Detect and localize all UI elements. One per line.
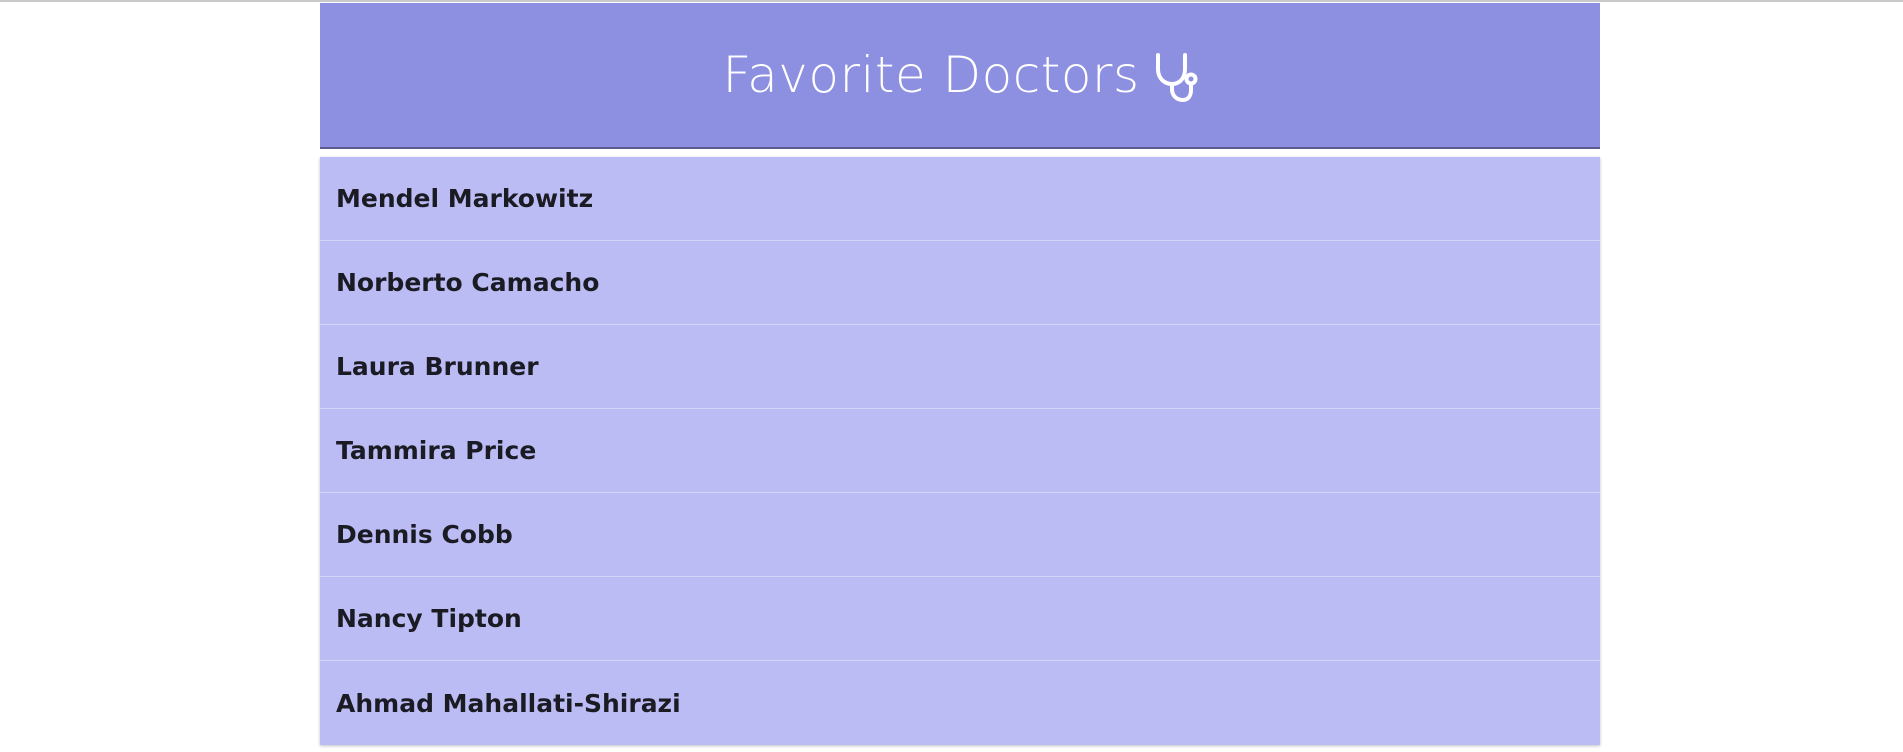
window-top-border — [0, 0, 1903, 2]
app-container: Favorite Doctors Mendel Markowitz Norber… — [320, 3, 1600, 745]
list-item[interactable]: Nancy Tipton — [320, 577, 1600, 661]
doctor-name: Dennis Cobb — [336, 520, 513, 549]
list-item[interactable]: Mendel Markowitz — [320, 157, 1600, 241]
list-item[interactable]: Ahmad Mahallati-Shirazi — [320, 661, 1600, 745]
stethoscope-icon — [1152, 51, 1198, 103]
doctor-name: Ahmad Mahallati-Shirazi — [336, 688, 681, 718]
list-item[interactable]: Dennis Cobb — [320, 493, 1600, 577]
doctor-name: Laura Brunner — [336, 352, 539, 381]
doctor-name: Tammira Price — [336, 436, 537, 465]
list-item[interactable]: Tammira Price — [320, 409, 1600, 493]
doctor-name: Mendel Markowitz — [336, 184, 594, 213]
list-item[interactable]: Norberto Camacho — [320, 241, 1600, 325]
page-title: Favorite Doctors — [722, 46, 1140, 104]
page-header: Favorite Doctors — [320, 3, 1600, 149]
doctor-name: Nancy Tipton — [336, 604, 522, 633]
doctor-list: Mendel Markowitz Norberto Camacho Laura … — [320, 157, 1600, 745]
doctor-name: Norberto Camacho — [336, 268, 600, 297]
list-item[interactable]: Laura Brunner — [320, 325, 1600, 409]
